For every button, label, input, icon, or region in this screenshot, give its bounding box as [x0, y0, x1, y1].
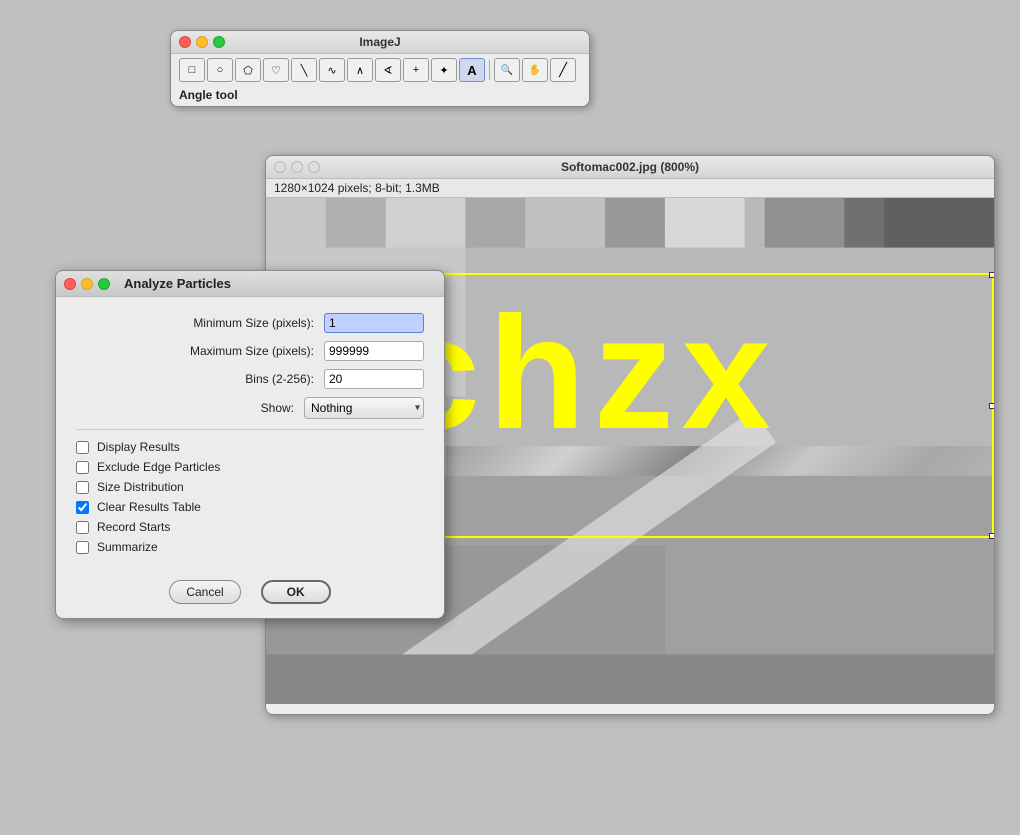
point-tool[interactable]: + [403, 58, 429, 82]
summarize-checkbox[interactable] [76, 541, 89, 554]
angle-tool[interactable]: ∢ [375, 58, 401, 82]
wand-tool[interactable]: ✦ [431, 58, 457, 82]
imagej-titlebar: ImageJ [171, 31, 589, 54]
show-select[interactable]: Nothing Outlines Masks Ellipses Count Ma… [304, 397, 424, 419]
display-results-checkbox[interactable] [76, 441, 89, 454]
text-tool[interactable]: A [459, 58, 485, 82]
dropper-tool[interactable]: ╱ [550, 58, 576, 82]
dialog-title: Analyze Particles [124, 276, 231, 291]
close-button[interactable] [179, 36, 191, 48]
traffic-lights [179, 36, 225, 48]
bins-label: Bins (2-256): [245, 372, 314, 386]
record-starts-checkbox[interactable] [76, 521, 89, 534]
exclude-edge-checkbox[interactable] [76, 461, 89, 474]
scroll-tool[interactable]: ✋ [522, 58, 548, 82]
clear-results-label: Clear Results Table [97, 500, 201, 514]
dialog-body: Minimum Size (pixels): Maximum Size (pix… [56, 297, 444, 572]
analyze-particles-dialog: Analyze Particles Minimum Size (pixels):… [55, 270, 445, 619]
image-info: 1280×1024 pixels; 8-bit; 1.3MB [266, 179, 994, 198]
image-traffic-lights [274, 161, 320, 173]
dialog-maximize-btn[interactable] [98, 278, 110, 290]
display-results-row: Display Results [76, 440, 424, 454]
summarize-row: Summarize [76, 540, 424, 554]
dialog-titlebar: Analyze Particles [56, 271, 444, 297]
polyline-tool[interactable]: ∿ [319, 58, 345, 82]
bins-input[interactable] [324, 369, 424, 389]
exclude-edge-label: Exclude Edge Particles [97, 460, 220, 474]
polygon-tool[interactable]: ⬠ [235, 58, 261, 82]
imagej-toolbar-window: ImageJ □ ○ ⬠ ♡ ╲ ∿ ∧ ∢ + ✦ A 🔍 ✋ ╱ Angle… [170, 30, 590, 107]
toolbar-status: Angle tool [171, 86, 589, 106]
image-maximize-btn[interactable] [308, 161, 320, 173]
max-size-row: Maximum Size (pixels): [76, 341, 424, 361]
cancel-button[interactable]: Cancel [169, 580, 240, 604]
bins-row: Bins (2-256): [76, 369, 424, 389]
display-results-label: Display Results [97, 440, 180, 454]
show-label: Show: [261, 401, 294, 415]
image-titlebar: Softomac002.jpg (800%) [266, 156, 994, 179]
freeline-tool[interactable]: ∧ [347, 58, 373, 82]
dialog-traffic-lights [64, 278, 110, 290]
image-minimize-btn[interactable] [291, 161, 303, 173]
min-size-row: Minimum Size (pixels): [76, 313, 424, 333]
show-row: Show: Nothing Outlines Masks Ellipses Co… [76, 397, 424, 419]
clear-results-row: Clear Results Table [76, 500, 424, 514]
rectangle-tool[interactable]: □ [179, 58, 205, 82]
size-dist-row: Size Distribution [76, 480, 424, 494]
max-size-input[interactable] [324, 341, 424, 361]
toolbar-icons: □ ○ ⬠ ♡ ╲ ∿ ∧ ∢ + ✦ A 🔍 ✋ ╱ [171, 54, 589, 86]
summarize-label: Summarize [97, 540, 158, 554]
minimize-button[interactable] [196, 36, 208, 48]
min-size-label: Minimum Size (pixels): [193, 316, 314, 330]
ok-button[interactable]: OK [261, 580, 331, 604]
image-close-btn[interactable] [274, 161, 286, 173]
divider [76, 429, 424, 430]
size-dist-label: Size Distribution [97, 480, 184, 494]
dialog-close-btn[interactable] [64, 278, 76, 290]
maximize-button[interactable] [213, 36, 225, 48]
freehand-tool[interactable]: ♡ [263, 58, 289, 82]
line-tool[interactable]: ╲ [291, 58, 317, 82]
show-select-wrapper: Nothing Outlines Masks Ellipses Count Ma… [304, 397, 424, 419]
record-starts-row: Record Starts [76, 520, 424, 534]
size-dist-checkbox[interactable] [76, 481, 89, 494]
min-size-input[interactable] [324, 313, 424, 333]
max-size-label: Maximum Size (pixels): [190, 344, 314, 358]
record-starts-label: Record Starts [97, 520, 170, 534]
dialog-minimize-btn[interactable] [81, 278, 93, 290]
exclude-edge-row: Exclude Edge Particles [76, 460, 424, 474]
toolbar-separator [489, 60, 490, 80]
image-title: Softomac002.jpg (800%) [561, 160, 699, 174]
dialog-footer: Cancel OK [56, 572, 444, 618]
zoom-tool[interactable]: 🔍 [494, 58, 520, 82]
imagej-title: ImageJ [359, 35, 400, 49]
oval-tool[interactable]: ○ [207, 58, 233, 82]
clear-results-checkbox[interactable] [76, 501, 89, 514]
